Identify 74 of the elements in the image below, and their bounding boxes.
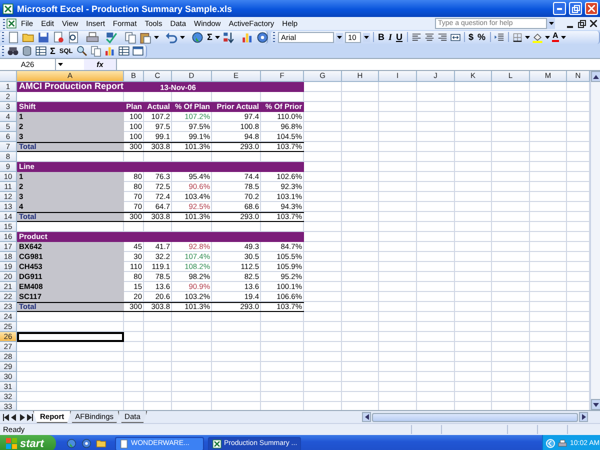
close-icon[interactable] xyxy=(590,20,597,27)
tray-arrow-icon[interactable] xyxy=(546,439,555,448)
borders-icon[interactable] xyxy=(512,32,523,42)
dropdown-button[interactable] xyxy=(336,32,343,42)
folder-icon[interactable] xyxy=(96,438,107,449)
copy-icon[interactable] xyxy=(124,30,137,44)
document-icon[interactable] xyxy=(6,18,17,29)
underline-button[interactable]: U xyxy=(395,32,404,42)
font-color-button[interactable]: A xyxy=(552,32,560,42)
binoculars-icon[interactable] xyxy=(7,45,19,57)
spreadsheet-icon xyxy=(2,2,14,14)
grip-icon[interactable] xyxy=(2,45,5,57)
globe-icon[interactable] xyxy=(191,30,204,44)
search-icon[interactable] xyxy=(76,45,88,57)
grid-icon[interactable] xyxy=(118,45,130,57)
first-sheet-icon[interactable] xyxy=(3,414,9,420)
italic-button[interactable]: I xyxy=(388,32,394,42)
report-title: AMCI Production Report xyxy=(18,82,124,91)
grip-icon[interactable] xyxy=(3,18,6,30)
caret-icon[interactable] xyxy=(548,22,554,25)
align-right-icon[interactable] xyxy=(436,32,448,42)
left-arrow-icon[interactable] xyxy=(364,414,369,420)
window-icon[interactable] xyxy=(132,45,144,57)
table-icon[interactable] xyxy=(35,45,47,57)
caret-icon[interactable] xyxy=(58,63,62,66)
permission-icon[interactable] xyxy=(52,30,65,44)
save-icon[interactable] xyxy=(37,30,50,44)
grip-icon[interactable] xyxy=(2,31,5,43)
previous-sheet-icon[interactable] xyxy=(11,414,17,420)
dropdown-button[interactable] xyxy=(363,32,370,42)
currency-button[interactable]: $ xyxy=(468,32,475,42)
spelling-icon[interactable] xyxy=(105,30,118,44)
caret-icon[interactable] xyxy=(337,36,342,38)
caret-icon[interactable] xyxy=(364,36,369,38)
document-icon xyxy=(119,438,129,448)
browser-icon[interactable] xyxy=(81,438,92,449)
chart-icon[interactable] xyxy=(241,30,254,44)
align-left-icon[interactable] xyxy=(410,32,422,42)
chart-icon[interactable] xyxy=(104,45,116,57)
next-sheet-icon[interactable] xyxy=(19,414,25,420)
window-title: Microsoft Excel - Production Summary Sample.xls xyxy=(17,4,234,14)
copy-icon[interactable] xyxy=(90,45,102,57)
percent-button[interactable]: % xyxy=(476,32,487,42)
bold-button[interactable]: B xyxy=(377,32,386,42)
help-icon[interactable] xyxy=(256,30,270,44)
print-preview-icon[interactable] xyxy=(67,30,80,44)
minimize-button[interactable] xyxy=(553,2,566,15)
sort-icon[interactable] xyxy=(222,30,236,44)
selected-cell[interactable] xyxy=(17,332,124,342)
align-center-icon[interactable] xyxy=(424,32,435,42)
scroll-thumb[interactable] xyxy=(372,412,578,422)
scroll-down-button[interactable] xyxy=(591,399,600,410)
scroll-left-button[interactable] xyxy=(362,412,372,422)
new-document-icon[interactable] xyxy=(7,30,20,44)
autosum-button[interactable]: Σ xyxy=(206,32,214,42)
fill-color-icon[interactable] xyxy=(532,32,543,42)
down-arrow-icon[interactable] xyxy=(593,402,599,406)
undo-icon[interactable] xyxy=(165,30,178,44)
paste-icon[interactable] xyxy=(139,30,152,44)
scroll-right-button[interactable] xyxy=(579,412,588,422)
up-arrow-icon[interactable] xyxy=(593,74,599,78)
sum-button[interactable]: Σ xyxy=(49,46,56,56)
database-icon[interactable] xyxy=(21,45,33,57)
scroll-up-button[interactable] xyxy=(591,71,600,82)
last-sheet-icon[interactable] xyxy=(27,414,33,420)
dropdown-button[interactable] xyxy=(547,18,555,29)
print-icon[interactable] xyxy=(86,30,99,44)
indent-icon[interactable] xyxy=(494,32,505,42)
grip-icon[interactable] xyxy=(273,31,276,43)
right-arrow-icon[interactable] xyxy=(582,414,586,420)
spreadsheet-icon xyxy=(212,438,222,448)
close-button[interactable] xyxy=(585,2,598,15)
merge-cells-icon[interactable] xyxy=(450,32,461,42)
restore-button[interactable] xyxy=(569,2,582,15)
